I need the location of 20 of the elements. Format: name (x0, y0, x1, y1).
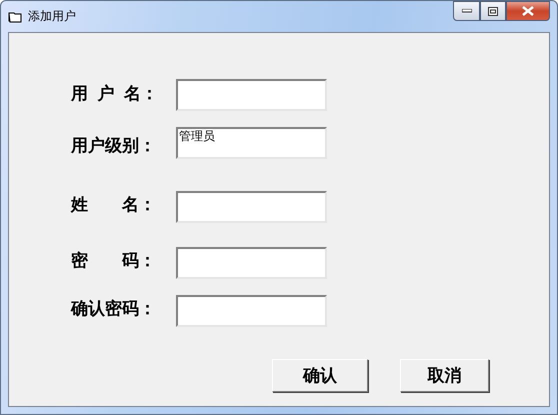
cancel-button[interactable]: 取消 (400, 359, 489, 392)
field-label: 确认密码： (71, 298, 157, 320)
input-field[interactable] (176, 79, 327, 111)
close-button[interactable] (506, 1, 550, 21)
input-field[interactable] (176, 295, 327, 327)
input-field[interactable] (176, 191, 327, 223)
field-label: 姓 名： (71, 194, 157, 216)
maximize-icon (488, 6, 498, 16)
confirm-button[interactable]: 确认 (272, 359, 368, 392)
close-icon (522, 6, 534, 16)
window-icon (8, 10, 22, 22)
field-label: 密 码： (71, 250, 157, 272)
input-field[interactable]: 管理员 (176, 127, 327, 159)
maximize-button[interactable] (480, 1, 506, 21)
minimize-icon (462, 9, 472, 13)
input-field[interactable] (176, 247, 327, 279)
minimize-button[interactable] (453, 1, 480, 21)
field-label: 用户级别： (71, 134, 157, 156)
window-title: 添加用户 (28, 8, 76, 25)
field-label: 用 户 名： (71, 82, 159, 104)
